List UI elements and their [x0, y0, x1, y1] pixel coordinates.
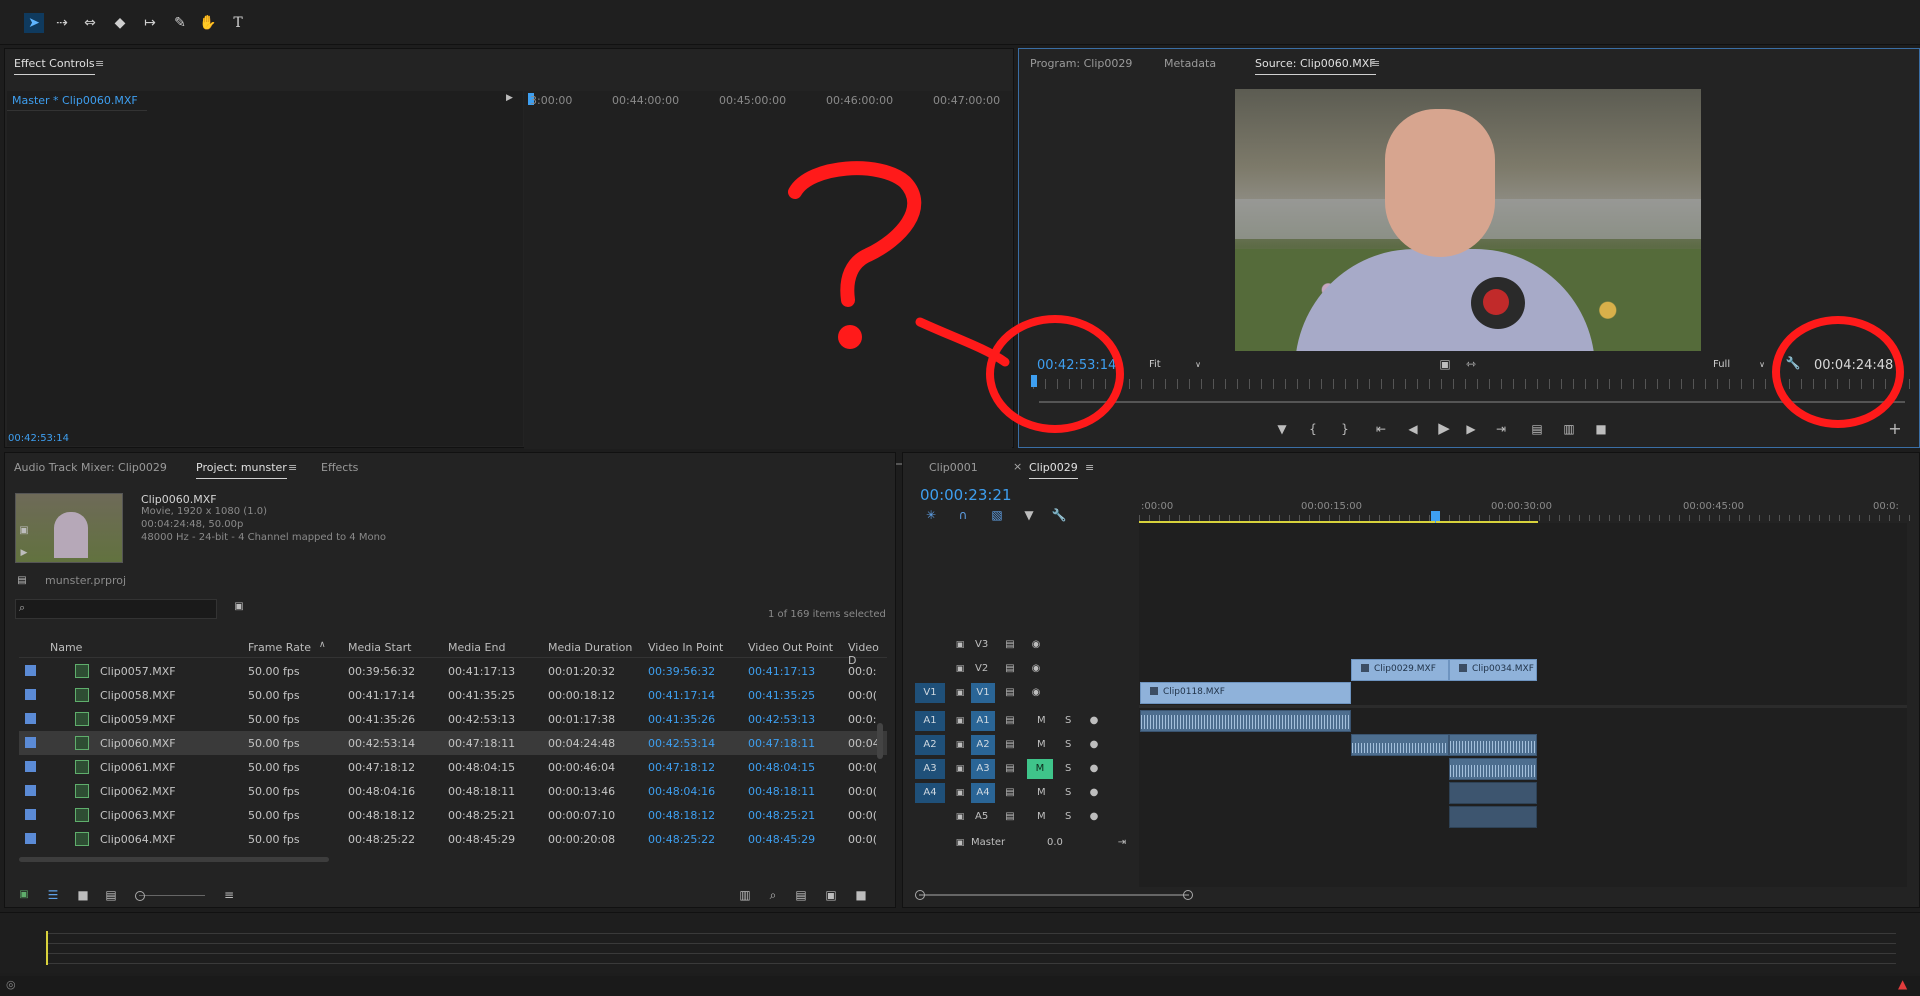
question-mark-curve — [788, 161, 922, 307]
question-mark-dot — [838, 325, 862, 349]
circle-left-timecode — [986, 315, 1124, 433]
circle-right-duration — [1772, 316, 1904, 428]
red-annotations — [788, 161, 1904, 433]
annotation-strokes — [788, 161, 1904, 433]
